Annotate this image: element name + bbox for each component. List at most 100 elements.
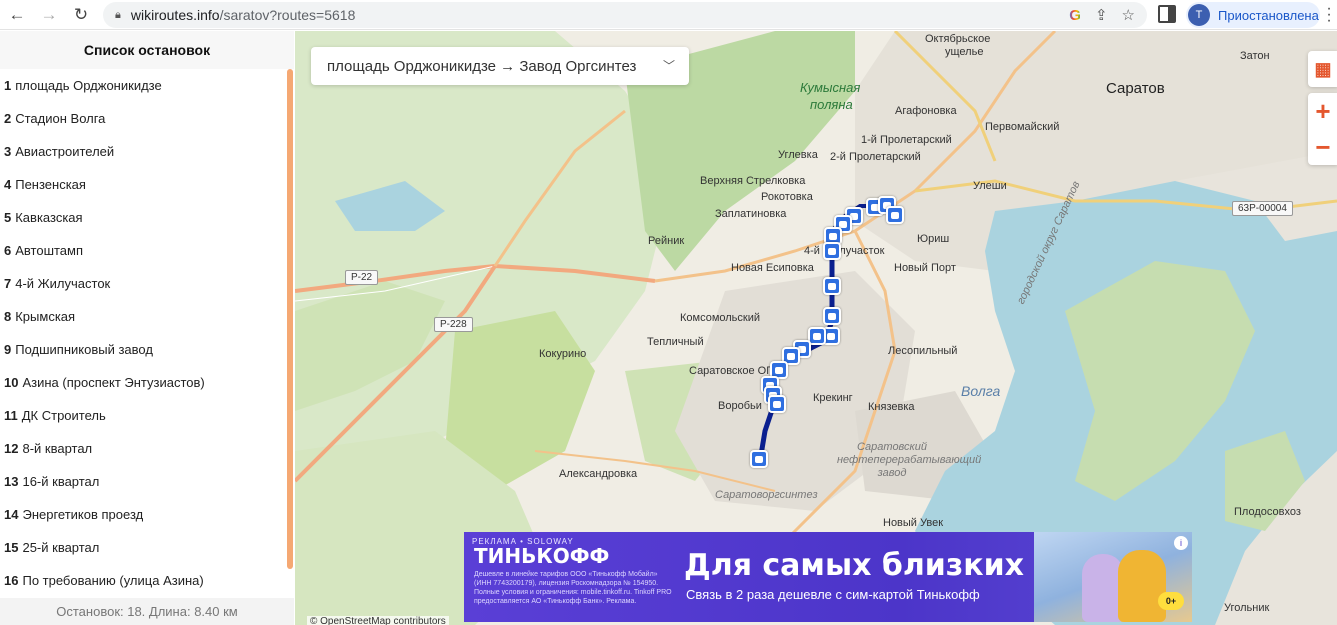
stop-number: 7 <box>4 276 12 291</box>
stop-list-item[interactable]: 8 Крымская <box>0 300 286 333</box>
map-label: Волга <box>961 383 1001 399</box>
map-label: 2-й Пролетарский <box>830 151 921 163</box>
layers-icon[interactable]: ▦ <box>1308 51 1337 87</box>
stop-name: площадь Орджоникидзе <box>15 78 162 93</box>
bus-stop-marker[interactable] <box>886 206 904 224</box>
stop-name: Авиастроителей <box>15 144 115 159</box>
stop-list-item[interactable]: 5 Кавказская <box>0 201 286 234</box>
map-label: Новая Есиповка <box>731 262 814 274</box>
browser-toolbar: ← → ↻ 🔒︎ wikiroutes.info/saratov?routes=… <box>0 0 1337 30</box>
age-rating-badge: 0+ <box>1158 592 1184 610</box>
stop-name: 16-й квартал <box>22 474 100 489</box>
side-panel-icon[interactable] <box>1158 5 1176 23</box>
stop-list-item[interactable]: 15 25-й квартал <box>0 531 286 564</box>
stop-list-item[interactable]: 2 Стадион Волга <box>0 102 286 135</box>
bus-stop-marker[interactable] <box>750 450 768 468</box>
stop-name: Энергетиков проезд <box>22 507 144 522</box>
stop-number: 16 <box>4 573 19 588</box>
stop-number: 9 <box>4 342 12 357</box>
map-label: Агафоновка <box>895 105 957 117</box>
map-label: Саратоворгсинтез <box>715 489 818 501</box>
zoom-out-button[interactable]: − <box>1308 129 1337 165</box>
map-label: Тепличный <box>647 336 704 348</box>
zoom-control: + − <box>1308 93 1337 165</box>
map-label: поляна <box>810 97 853 112</box>
map-label: Заплатиновка <box>715 208 787 220</box>
stop-list-item[interactable]: 7 4-й Жилучасток <box>0 267 286 300</box>
map-label: Рейник <box>648 235 685 247</box>
address-bar[interactable]: 🔒︎ wikiroutes.info/saratov?routes=5618 G… <box>103 2 1147 28</box>
map-label: Новый Увек <box>883 517 944 529</box>
map-label: Новый Порт <box>894 262 956 274</box>
ad-brand: ТИНЬКОФФ <box>474 544 610 568</box>
map-label: Князевка <box>868 401 915 413</box>
zoom-in-button[interactable]: + <box>1308 93 1337 129</box>
route-summary: Остановок: 18. Длина: 8.40 км <box>0 598 294 625</box>
bus-stop-marker[interactable] <box>823 242 841 260</box>
map-label: Кумысная <box>800 80 861 95</box>
map-label: Саратовский нефтеперерабатывающий завод <box>837 441 982 479</box>
stop-list-item[interactable]: 14 Энергетиков проезд <box>0 498 286 531</box>
stop-list-item[interactable]: 13 16-й квартал <box>0 465 286 498</box>
reload-icon[interactable]: ↻ <box>70 4 92 26</box>
avatar: T <box>1188 4 1210 26</box>
stop-name: Крымская <box>15 309 76 324</box>
stop-number: 13 <box>4 474 19 489</box>
map-attribution[interactable]: © OpenStreetMap contributors <box>307 616 449 625</box>
stop-list-item[interactable]: 9 Подшипниковый завод <box>0 333 286 366</box>
map-label: Юриш <box>917 233 950 245</box>
map-label: Углевка <box>778 149 818 161</box>
stop-list-item[interactable]: 3 Авиастроителей <box>0 135 286 168</box>
google-icon[interactable]: G <box>1069 7 1081 24</box>
map-label: Комсомольский <box>680 312 761 324</box>
profile-button[interactable]: T Приостановлена <box>1186 2 1320 28</box>
bus-stop-marker[interactable] <box>768 395 786 413</box>
road-shield: Р-228 <box>434 317 473 332</box>
stop-number: 4 <box>4 177 12 192</box>
stop-name: Автоштамп <box>15 243 84 258</box>
stop-name: По требованию (улица Азина) <box>22 573 204 588</box>
menu-icon[interactable]: · · · <box>1324 1 1334 29</box>
stop-list: 1 площадь Орджоникидзе 2 Стадион Волга 3 Авиа… <box>0 69 286 597</box>
stop-list-item[interactable]: 6 Автоштамп <box>0 234 286 267</box>
lock-icon: 🔒︎ <box>115 8 121 21</box>
bus-stop-marker[interactable] <box>823 277 841 295</box>
stop-list-item[interactable]: 1 площадь Орджоникидзе <box>0 69 286 102</box>
map-label: Верхняя Стрелковка <box>700 175 806 187</box>
profile-status: Приостановлена <box>1218 7 1319 23</box>
map-label: Лесопильный <box>888 345 958 357</box>
stop-list-item[interactable]: 12 8-й квартал <box>0 432 286 465</box>
stop-number: 8 <box>4 309 12 324</box>
back-arrow-icon[interactable]: ← <box>6 4 28 26</box>
stop-list-item[interactable]: 16 По требованию (улица Азина) <box>0 564 286 597</box>
map-label: Воробьи <box>718 400 762 412</box>
star-icon[interactable]: ☆ <box>1122 6 1135 24</box>
map-label: Александровка <box>559 468 638 480</box>
share-icon[interactable]: ⇪ <box>1095 6 1108 24</box>
map-label: Угольник <box>1224 602 1270 614</box>
layers-control[interactable]: ▦ <box>1308 51 1337 87</box>
road-shield: Р-22 <box>345 270 379 285</box>
map-label: Крекинг <box>813 392 853 404</box>
stop-list-item[interactable]: 4 Пензенская <box>0 168 286 201</box>
ad-banner[interactable]: РЕКЛАМА • SOLOWAY ТИНЬКОФФ Дешевле в лин… <box>464 532 1192 622</box>
stop-number: 1 <box>4 78 12 93</box>
map-label: Рокотовка <box>761 191 813 203</box>
map-label: Затон <box>1240 50 1270 62</box>
stop-name: Пензенская <box>15 177 86 192</box>
ad-info-icon[interactable]: i <box>1174 536 1188 550</box>
ad-headline: Для самых близких <box>684 548 1024 583</box>
bus-stop-marker[interactable] <box>823 307 841 325</box>
stop-list-item[interactable]: 10 Азина (проспект Энтузиастов) <box>0 366 286 399</box>
stop-name: Подшипниковый завод <box>15 342 153 357</box>
route-direction-select[interactable]: площадь Орджоникидзе → Завод Оргсинтез ﹀ <box>311 47 689 85</box>
stop-name: 4-й Жилучасток <box>15 276 111 291</box>
route-direction-label: площадь Орджоникидзе → Завод Оргсинтез <box>327 57 637 75</box>
map-label: ущелье <box>945 46 984 58</box>
stop-list-item[interactable]: 11 ДК Строитель <box>0 399 286 432</box>
map-label: Кокурино <box>539 348 587 360</box>
stop-number: 2 <box>4 111 12 126</box>
forward-arrow-icon[interactable]: → <box>38 4 60 26</box>
stop-number: 3 <box>4 144 12 159</box>
sidebar-scrollbar[interactable] <box>287 69 293 569</box>
